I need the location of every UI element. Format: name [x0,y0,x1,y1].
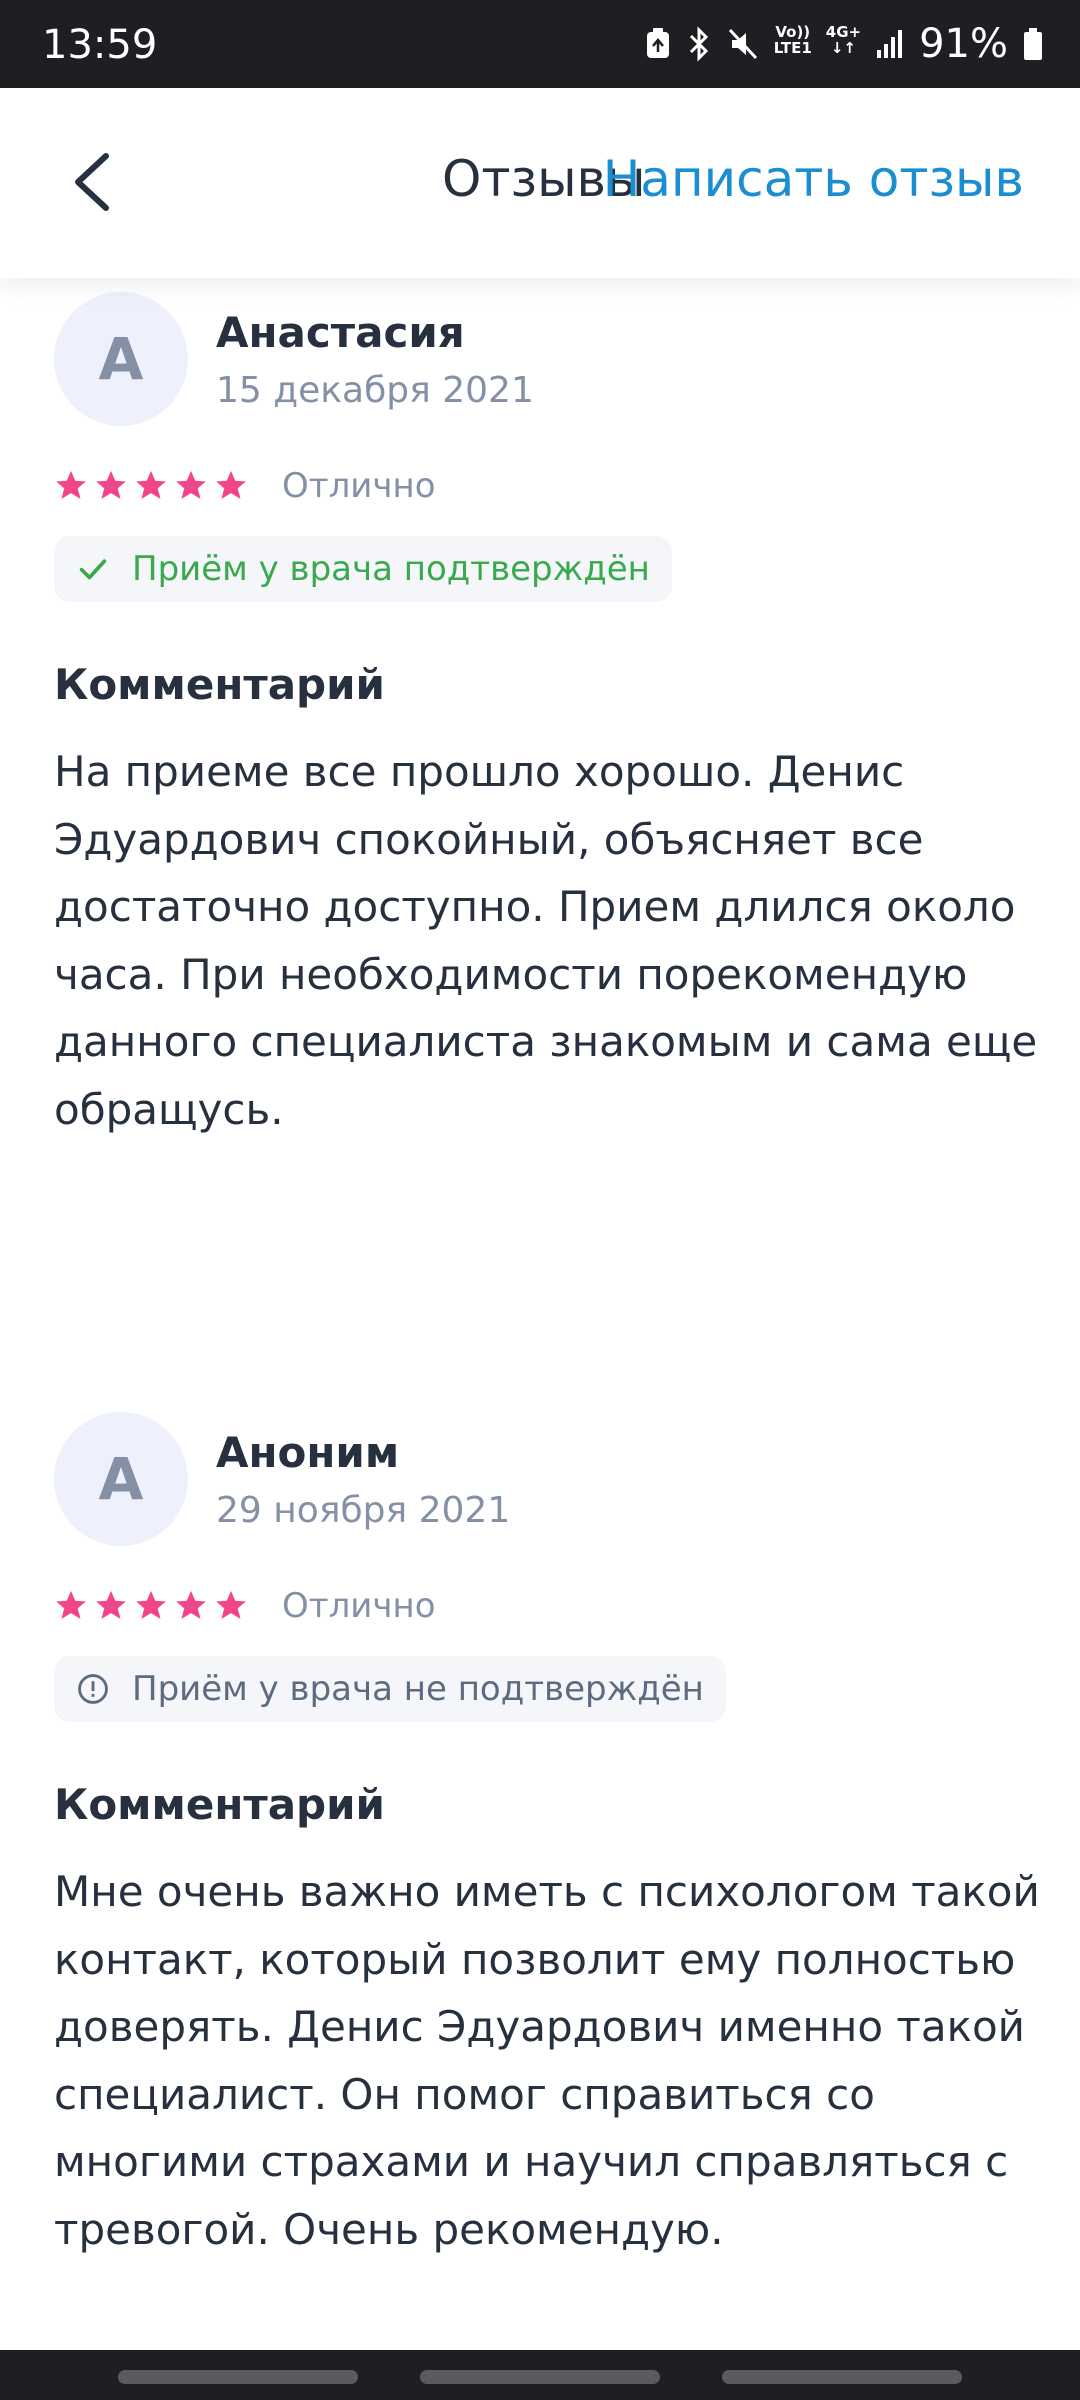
review-author: Анастасия [216,308,465,357]
star-icon [136,1590,166,1619]
nav-recents-pill[interactable] [118,2370,358,2384]
avatar: А [54,292,188,426]
review-date: 29 ноября 2021 [216,1490,511,1531]
star-icon [56,470,86,499]
volte-icon: Vo)) LTE1 [773,23,812,57]
back-arrow-icon[interactable] [60,146,132,218]
nav-back-pill[interactable] [722,2370,962,2384]
review-author: Аноним [216,1428,400,1477]
recycle-icon [646,28,669,58]
star-icon [216,1590,246,1619]
signal-icon [877,30,903,58]
rating-stars [54,1588,248,1622]
status-icons: Vo)) LTE1 4G+ ↓↑ 91% [644,20,1044,68]
write-review-button[interactable]: Написать отзыв [603,150,1024,208]
verification-badge: Приём у врача подтверждён [54,536,672,602]
nav-home-pill[interactable] [420,2370,660,2384]
star-icon [136,470,166,499]
bluetooth-icon [689,26,708,62]
status-time: 13:59 [42,22,158,68]
star-icon [176,1590,206,1619]
rating-label: Отлично [282,466,436,506]
avatar: А [54,1412,188,1546]
network-4g-icon: 4G+ ↓↑ [825,23,862,57]
mute-icon [728,28,757,60]
star-icon [96,1590,126,1619]
battery-percent: 91% [919,21,1008,67]
comment-heading: Комментарий [54,1780,385,1829]
info-circle-icon [78,1674,108,1704]
system-nav-bar [0,2350,1080,2400]
comment-text: На приеме все прошло хорошо. Денис Эдуар… [54,747,1038,1134]
star-icon [176,470,206,499]
review-date: 15 декабря 2021 [216,370,534,411]
star-icon [96,470,126,499]
rating-stars [54,468,248,502]
verification-badge: Приём у врача не подтверждён [54,1656,726,1722]
star-icon [216,470,246,499]
app-header: Отзывы Написать отзыв [0,88,1080,278]
battery-icon [1024,28,1042,60]
status-bar: 13:59 Vo)) LTE1 4G+ ↓↑ 91% [0,0,1080,88]
comment-heading: Комментарий [54,660,385,709]
star-icon [56,1590,86,1619]
comment-text: Мне очень важно иметь с психологом такой… [54,1867,1040,2254]
reviews-list[interactable]: А Анастасия 15 декабря 2021 Отлично Приё… [0,278,1080,2350]
rating-label: Отлично [282,1586,436,1626]
check-icon [79,559,107,580]
